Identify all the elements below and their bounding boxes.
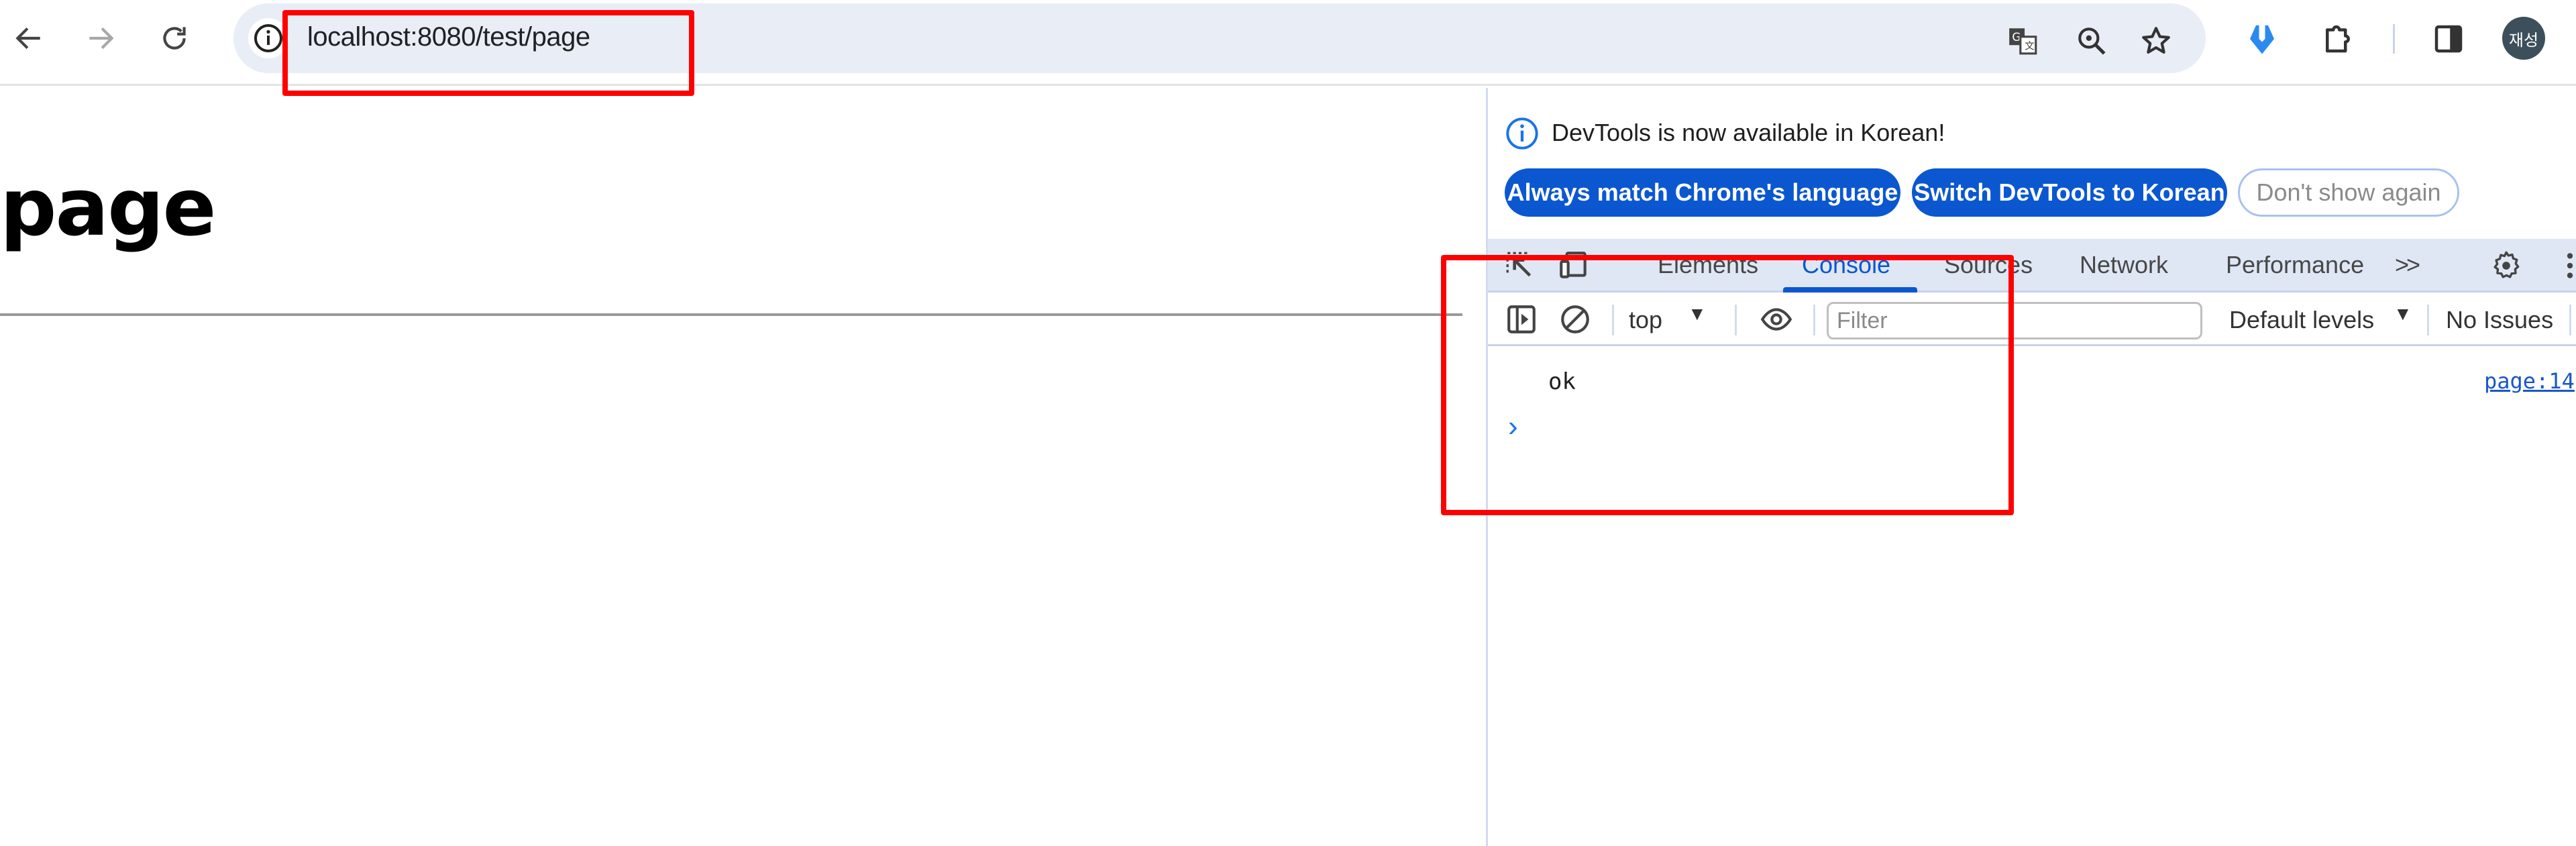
always-match-language-button[interactable]: Always match Chrome's language [1505,168,1900,217]
toolbar-separator [1612,305,1614,335]
zoom-icon [2078,28,2106,55]
toolbar-separator [2393,24,2395,54]
forward-button[interactable] [77,15,124,62]
console-output: ok page:14 › [1488,348,2576,845]
reload-icon [163,27,186,50]
console-message-source-link[interactable]: page:14 [2484,368,2575,394]
back-button[interactable] [5,15,52,62]
tab-console[interactable]: Console [1802,251,1890,279]
context-selector[interactable]: top ▼ [1622,299,1736,339]
download-extension-button[interactable] [2242,19,2282,59]
infobar-message: DevTools is now available in Korean! [1552,119,1945,146]
sidebar-toggle-icon [1507,305,1536,333]
inspect-element-button[interactable] [1501,247,1539,284]
zoom-button[interactable] [2073,22,2110,60]
issues-counter[interactable]: No Issues [2446,306,2553,334]
page-heading: page [0,161,217,254]
devtools-tab-bar: Elements Console Sources Network Perform… [1488,239,2576,293]
toolbar-separator [2427,305,2429,335]
toolbar-separator [1813,305,1815,335]
console-toolbar: top ▼ Default levels ▼ No Issues [1488,293,2576,346]
extensions-puzzle-icon [2326,25,2350,53]
address-bar[interactable]: localhost:8080/test/page G文 [233,3,2206,73]
svg-text:文: 文 [2025,41,2035,52]
switch-to-korean-button[interactable]: Switch DevTools to Korean [1912,168,2227,217]
dropdown-arrow-icon: ▼ [2394,303,2412,324]
tab-elements[interactable]: Elements [1658,251,1758,279]
translate-button[interactable]: G文 [2004,22,2042,60]
show-sidebar-button[interactable] [1503,301,1540,338]
toolbar-separator [2569,305,2571,335]
side-panel-icon [2434,25,2463,53]
horizontal-rule [0,313,1462,316]
tab-sources[interactable]: Sources [1944,251,2033,279]
live-expression-button[interactable] [1758,301,1795,338]
kebab-menu-icon [2567,253,2573,278]
extension-download-icon [2250,25,2274,54]
language-infobar: DevTools is now available in Korean! Alw… [1488,88,2576,229]
url-text[interactable]: localhost:8080/test/page [307,22,590,52]
info-icon [1506,117,1538,150]
forward-icon [89,27,114,50]
more-tabs-button[interactable]: >> [2395,251,2420,279]
extensions-button[interactable] [2318,19,2358,59]
profile-avatar[interactable]: 재성 [2502,17,2545,60]
back-icon [15,27,40,50]
inspect-element-icon [1506,252,1532,277]
eye-icon [1760,308,1792,331]
gear-icon [2493,251,2520,278]
browser-toolbar: localhost:8080/test/page G文 재성 [0,0,2576,86]
device-toggle-icon [1560,252,1587,278]
settings-button[interactable] [2487,247,2525,284]
console-message: ok [1548,368,1576,395]
bookmark-button[interactable] [2137,22,2175,60]
filter-input[interactable] [1827,302,2202,339]
console-prompt[interactable]: › [1508,410,1518,443]
bookmark-star-icon [2142,27,2170,54]
tab-performance[interactable]: Performance [2226,251,2364,279]
dropdown-arrow-icon: ▼ [1688,303,1707,324]
translate-icon: G文 [2009,28,2037,55]
site-info-button[interactable] [248,18,288,58]
device-toolbar-button[interactable] [1555,247,1593,284]
clear-console-button[interactable] [1556,301,1594,338]
dont-show-again-button[interactable]: Don't show again [2238,168,2459,217]
side-panel-button[interactable] [2428,19,2469,59]
devtools-panel: DevTools is now available in Korean! Alw… [1486,88,2576,846]
log-levels-label: Default levels [2229,306,2375,333]
active-tab-indicator [1783,287,1917,293]
log-levels-dropdown[interactable]: Default levels ▼ [2226,299,2427,339]
toolbar-separator [1735,305,1737,335]
more-options-button[interactable] [2551,247,2576,284]
tab-network[interactable]: Network [2080,251,2168,279]
reload-button[interactable] [151,15,198,62]
context-label: top [1629,306,1663,333]
site-info-icon [254,24,282,52]
clear-icon [1561,305,1589,333]
